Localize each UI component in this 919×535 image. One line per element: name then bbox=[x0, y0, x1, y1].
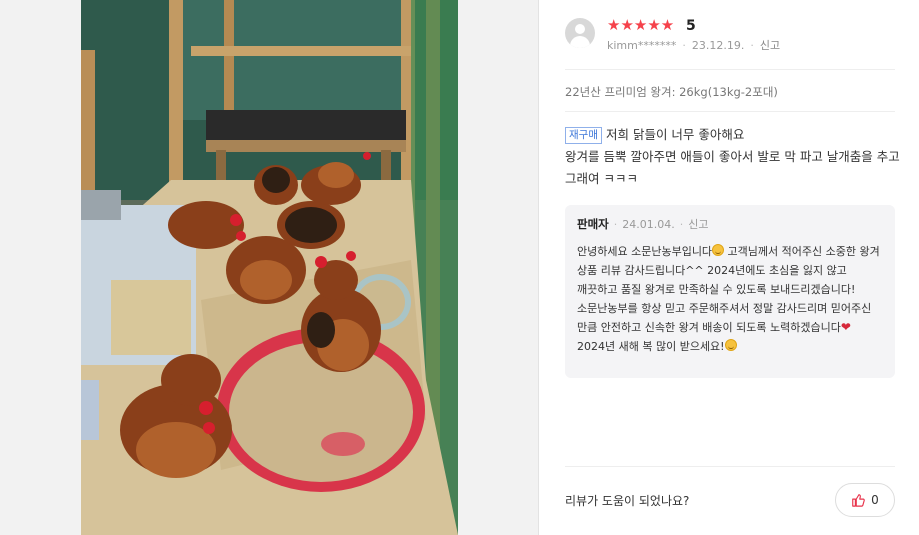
seller-label: 판매자 bbox=[577, 217, 609, 231]
divider bbox=[565, 111, 895, 112]
photo-pane bbox=[0, 0, 539, 535]
divider bbox=[565, 466, 895, 467]
chickens-in-coop-photo bbox=[81, 0, 458, 535]
reply-text-part3: 2024년 새해 복 많이 받으세요! bbox=[577, 340, 725, 353]
reviewer-header: ★★★★★ 5 kimm******* · 23.12.19. · 신고 bbox=[565, 16, 895, 56]
avatar bbox=[565, 18, 595, 48]
star-rating: ★★★★★ bbox=[607, 16, 675, 34]
reply-date: 24.01.04. bbox=[622, 218, 675, 231]
review-panel: ★★★★★ 5 kimm******* · 23.12.19. · 신고 22년산 프리… bbox=[540, 0, 919, 535]
smile-emoji-icon bbox=[724, 339, 737, 351]
reply-report-button[interactable]: 신고 bbox=[688, 218, 708, 231]
seller-reply: 판매자 · 24.01.04. · 신고 안녕하세요 소문난농부입니다 고객님께서 적어… bbox=[565, 205, 895, 378]
divider bbox=[565, 69, 895, 70]
helpful-question: 리뷰가 도움이 되었나요? bbox=[565, 494, 690, 508]
reply-header: 판매자 · 24.01.04. · 신고 bbox=[577, 217, 709, 231]
review-content: 재구매 저희 닭들이 너무 좋아해요 왕겨를 듬뿍 깔아주면 애들이 좋아서 발로… bbox=[565, 124, 905, 190]
helpful-like-button[interactable]: 0 bbox=[835, 483, 895, 517]
thumbs-up-icon bbox=[852, 494, 865, 507]
rating-value: 5 bbox=[686, 18, 696, 34]
repurchase-badge: 재구매 bbox=[565, 127, 602, 144]
report-button[interactable]: 신고 bbox=[760, 39, 780, 52]
review-photo[interactable] bbox=[81, 0, 458, 535]
review-date: 23.12.19. bbox=[691, 39, 745, 52]
broken-heart-emoji-icon: ❤ bbox=[840, 320, 851, 334]
reviewer-id: kimm******* bbox=[607, 39, 677, 52]
reply-text-part1: 안녕하세요 소문난농부입니다 bbox=[577, 245, 713, 258]
reply-text-part2: 고객님께서 적어주신 소중한 왕겨 상품 리뷰 감사드립니다^^ 2024년에도… bbox=[577, 245, 880, 334]
review-text-line2: 왕겨를 듬뿍 깔아주면 애들이 좋아서 발로 막 파고 날개춤을 추고 그래여 … bbox=[565, 149, 900, 186]
review-text-line1: 저희 닭들이 너무 좋아해요 bbox=[605, 127, 745, 142]
purchase-option: 22년산 프리미엄 왕겨: 26kg(13kg-2포대) bbox=[565, 85, 778, 99]
reply-text: 안녕하세요 소문난농부입니다 고객님께서 적어주신 소중한 왕겨 상품 리뷰 감… bbox=[577, 242, 883, 356]
like-count: 0 bbox=[871, 493, 879, 507]
smile-emoji-icon bbox=[712, 244, 725, 256]
review-meta: kimm******* · 23.12.19. · 신고 bbox=[607, 39, 781, 52]
